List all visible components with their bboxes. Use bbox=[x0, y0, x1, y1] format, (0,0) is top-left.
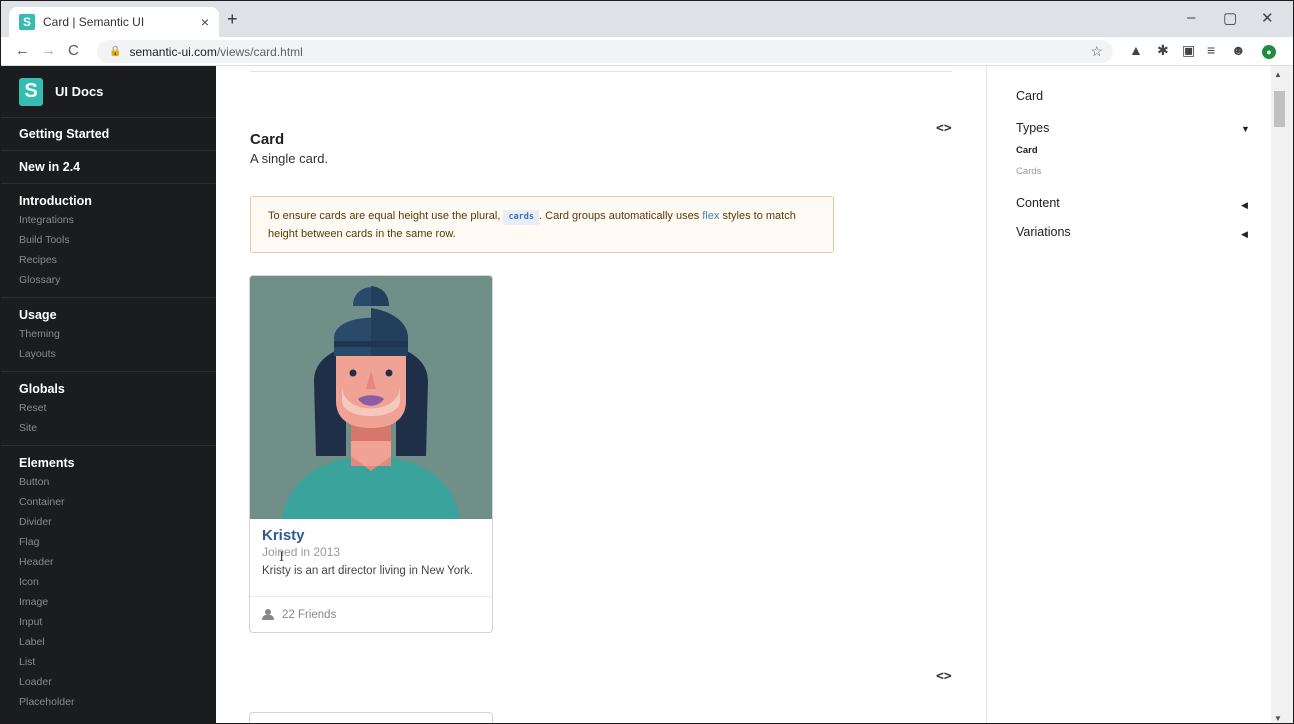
sidebar-item-button[interactable]: Button bbox=[1, 472, 216, 492]
section-divider bbox=[250, 71, 952, 72]
sidebar-group-usage: Usage Theming Layouts bbox=[1, 298, 216, 372]
brand-title: UI Docs bbox=[55, 84, 104, 99]
reload-button[interactable]: C bbox=[68, 42, 79, 59]
avatar-image bbox=[250, 276, 492, 519]
scroll-down-icon[interactable]: ▼ bbox=[1274, 714, 1282, 723]
sidebar-item-header[interactable]: Header bbox=[1, 552, 216, 572]
page-scrollbar[interactable]: ▲ ▼ bbox=[1271, 66, 1293, 723]
sidebar-item-list[interactable]: List bbox=[1, 652, 216, 672]
toc-types-cards[interactable]: Cards bbox=[1016, 166, 1041, 177]
friends-count: 22 Friends bbox=[282, 609, 337, 621]
sidebar-item-build-tools[interactable]: Build Tools bbox=[1, 230, 216, 250]
sidebar-item-getting-started[interactable]: Getting Started bbox=[1, 118, 216, 151]
new-tab-button[interactable]: + bbox=[227, 9, 238, 30]
text-cursor-icon: I bbox=[279, 550, 285, 565]
sidebar-item-loader[interactable]: Loader bbox=[1, 672, 216, 692]
example-description: A single card. bbox=[250, 151, 329, 166]
card-content: Kristy Joined in 2013 Kristy is an art d… bbox=[250, 519, 492, 596]
forward-button[interactable]: → bbox=[41, 42, 56, 59]
url-host: semantic-ui.com bbox=[129, 44, 217, 59]
sidebar-item-icon[interactable]: Icon bbox=[1, 572, 216, 592]
sidebar-group-title[interactable]: Introduction bbox=[1, 192, 216, 210]
sidebar-item-reset[interactable]: Reset bbox=[1, 398, 216, 418]
sidebar-group-introduction: Introduction Integrations Build Tools Re… bbox=[1, 184, 216, 298]
close-window-button[interactable]: ✕ bbox=[1261, 9, 1274, 27]
notice-text: . Card groups automatically uses bbox=[539, 210, 700, 222]
caret-left-icon[interactable]: ◀ bbox=[1241, 229, 1248, 240]
browser-toolbar: ← → C 🔒 semantic-ui.com/views/card.html … bbox=[1, 37, 1293, 66]
card-header[interactable]: Kristy bbox=[262, 527, 480, 544]
sidebar-group-elements: Elements Button Container Divider Flag H… bbox=[1, 446, 216, 719]
tab-close-icon[interactable]: × bbox=[201, 14, 209, 30]
kristy-card[interactable]: Kristy Joined in 2013 Kristy is an art d… bbox=[249, 275, 493, 633]
extensions-puzzle-icon[interactable]: ✱ bbox=[1157, 42, 1169, 59]
sidebar-item-image[interactable]: Image bbox=[1, 592, 216, 612]
sidebar-group-title[interactable]: Globals bbox=[1, 380, 216, 398]
address-bar[interactable]: 🔒 semantic-ui.com/views/card.html ☆ bbox=[97, 40, 1113, 63]
star-icon[interactable]: ☆ bbox=[1090, 43, 1103, 60]
toc-types-card[interactable]: Card bbox=[1016, 145, 1038, 156]
sidebar-item-label[interactable]: Label bbox=[1, 632, 216, 652]
lock-icon: 🔒 bbox=[109, 46, 122, 57]
caret-left-icon[interactable]: ◀ bbox=[1241, 200, 1248, 211]
sidebar-item-placeholder[interactable]: Placeholder bbox=[1, 692, 216, 712]
docs-sidebar: S UI Docs Getting Started New in 2.4 Int… bbox=[1, 66, 216, 723]
sidebar-item-integrations[interactable]: Integrations bbox=[1, 210, 216, 230]
sidebar-item-input[interactable]: Input bbox=[1, 612, 216, 632]
restore-button[interactable]: ▢ bbox=[1223, 9, 1237, 27]
browser-window: S Card | Semantic UI × + – ▢ ✕ ← → C 🔒 s… bbox=[0, 0, 1294, 724]
sidebar-item-container[interactable]: Container bbox=[1, 492, 216, 512]
sidebar-item-flag[interactable]: Flag bbox=[1, 532, 216, 552]
favicon-icon: S bbox=[19, 14, 35, 30]
toc-variations[interactable]: Variations bbox=[1016, 225, 1071, 239]
cast-icon[interactable]: ▣ bbox=[1182, 42, 1195, 59]
table-of-contents: Card Types ▼ Card Cards Content ◀ Variat… bbox=[986, 66, 1271, 723]
scroll-up-icon[interactable]: ▲ bbox=[1274, 70, 1282, 79]
card-description: Kristy is an art director living in New … bbox=[262, 565, 473, 577]
scroll-thumb[interactable] bbox=[1274, 91, 1285, 127]
sidebar-brand[interactable]: S UI Docs bbox=[1, 66, 216, 118]
sidebar-item-theming[interactable]: Theming bbox=[1, 324, 216, 344]
card-extra-content[interactable]: 22 Friends bbox=[250, 596, 492, 632]
semantic-logo-icon: S bbox=[19, 77, 43, 106]
toc-types[interactable]: Types bbox=[1016, 121, 1049, 135]
tab-title: Card | Semantic UI bbox=[43, 15, 145, 29]
user-icon bbox=[262, 609, 274, 621]
sidebar-group-title[interactable]: Usage bbox=[1, 306, 216, 324]
toc-title[interactable]: Card bbox=[1016, 89, 1043, 103]
kristy-illustration bbox=[250, 276, 492, 519]
toc-content[interactable]: Content bbox=[1016, 196, 1060, 210]
caret-down-icon[interactable]: ▼ bbox=[1241, 124, 1250, 134]
sidebar-item-layouts[interactable]: Layouts bbox=[1, 344, 216, 364]
url-path: /views/card.html bbox=[216, 44, 303, 59]
sidebar-item-new-in-2-4[interactable]: New in 2.4 bbox=[1, 151, 216, 184]
sidebar-item-glossary[interactable]: Glossary bbox=[1, 270, 216, 290]
green-extension-icon[interactable]: ● bbox=[1262, 45, 1276, 59]
notice-text: To ensure cards are equal height use the… bbox=[268, 210, 501, 222]
profile-icon[interactable]: ☻ bbox=[1231, 42, 1246, 58]
sidebar-item-recipes[interactable]: Recipes bbox=[1, 250, 216, 270]
browser-tab[interactable]: S Card | Semantic UI × bbox=[9, 7, 219, 37]
minimize-button[interactable]: – bbox=[1187, 9, 1195, 26]
media-queue-icon[interactable]: ≡ bbox=[1207, 42, 1215, 58]
code-snippet: cards bbox=[503, 210, 540, 225]
main-content: <> Card A single card. To ensure cards a… bbox=[216, 66, 986, 723]
equal-height-notice: To ensure cards are equal height use the… bbox=[250, 196, 834, 253]
next-example-card[interactable] bbox=[249, 712, 493, 723]
sidebar-item-divider[interactable]: Divider bbox=[1, 512, 216, 532]
back-button[interactable]: ← bbox=[15, 42, 30, 59]
flex-link[interactable]: flex bbox=[702, 210, 719, 222]
sidebar-item-site[interactable]: Site bbox=[1, 418, 216, 438]
card-meta: Joined in 2013 bbox=[262, 545, 341, 559]
code-toggle-icon[interactable]: <> bbox=[936, 121, 952, 136]
sidebar-group-title[interactable]: Elements bbox=[1, 454, 216, 472]
code-toggle-icon[interactable]: <> bbox=[936, 669, 952, 684]
drive-extension-icon[interactable]: ▲ bbox=[1129, 42, 1143, 58]
sidebar-group-globals: Globals Reset Site bbox=[1, 372, 216, 446]
example-title: Card bbox=[250, 131, 285, 148]
tab-strip: S Card | Semantic UI × + – ▢ ✕ bbox=[1, 1, 1293, 37]
